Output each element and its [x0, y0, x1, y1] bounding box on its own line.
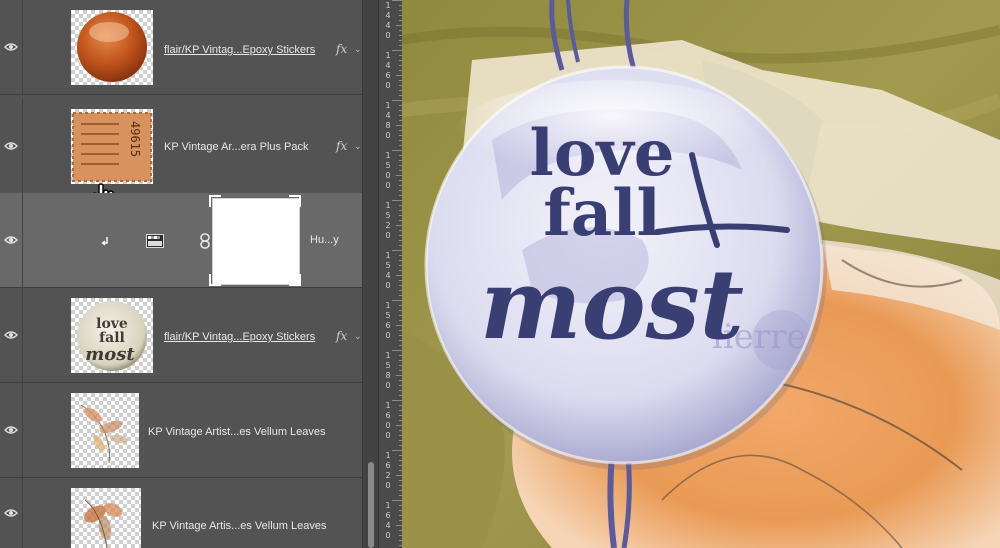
- visibility-eye-icon[interactable]: [0, 383, 23, 477]
- layer-thumbnail[interactable]: [71, 393, 139, 468]
- visibility-eye-icon[interactable]: [0, 288, 23, 382]
- layer-row-vellum-leaves-1[interactable]: KP Vintage Artist...es Vellum Leaves: [0, 383, 362, 478]
- ruler-tick: [392, 300, 402, 301]
- ruler-label-1580: 1580: [385, 351, 391, 390]
- ticket-number: 49615: [128, 121, 142, 157]
- layer-name[interactable]: flair/KP Vintag...Epoxy Stickers: [164, 44, 315, 56]
- vellum-leaves-thumb: [80, 404, 128, 464]
- vellum-leaves-thumb-2: [84, 499, 123, 548]
- chevron-down-icon[interactable]: ⌄: [354, 44, 362, 55]
- layer-thumbnail[interactable]: 49615: [71, 109, 153, 184]
- layer-thumbnail[interactable]: [71, 10, 153, 85]
- layer-row-vellum-leaves-2[interactable]: KP Vintage Artis...es Vellum Leaves: [0, 478, 362, 548]
- orange-epoxy-thumb: [77, 12, 147, 82]
- layer-name[interactable]: KP Vintage Artis...es Vellum Leaves: [152, 520, 326, 532]
- ruler-tick: [392, 450, 402, 451]
- ruler-tick: [392, 350, 402, 351]
- layer-name[interactable]: Hu...y: [310, 234, 339, 246]
- canvas-artwork: lierre love fall most: [402, 0, 1000, 548]
- ruler-label-1440: 1440: [385, 1, 391, 40]
- ruler-label-1600: 1600: [385, 401, 391, 440]
- layer-row-epoxy-orange[interactable]: flair/KP Vintag...Epoxy Stickers fx ⌄: [0, 0, 362, 95]
- ruler-tick: [392, 150, 402, 151]
- sticker-text-fall: fall: [543, 176, 661, 251]
- vertical-ruler: 1440 1460 1480 1500 1520 1540 1560 1580 …: [378, 0, 404, 548]
- layers-panel: flair/KP Vintag...Epoxy Stickers fx ⌄ 49…: [0, 0, 378, 548]
- layer-row-adjustment-selected[interactable]: Hu...y: [0, 193, 362, 288]
- layer-thumbnail[interactable]: [71, 488, 141, 548]
- layer-row-epoxy-sticker[interactable]: love fall most flair/KP Vintag...Epoxy S…: [0, 288, 362, 383]
- ruler-label-1560: 1560: [385, 301, 391, 340]
- ruler-label-1460: 1460: [385, 51, 391, 90]
- layer-name[interactable]: KP Vintage Ar...era Plus Pack: [164, 141, 309, 153]
- chevron-down-icon[interactable]: ⌄: [354, 331, 362, 342]
- adjustment-layer-icon: [146, 234, 164, 248]
- ruler-tick: [392, 250, 402, 251]
- visibility-eye-icon[interactable]: [0, 478, 23, 548]
- ruler-tick: [392, 50, 402, 51]
- ruler-tick: [392, 0, 402, 1]
- ruler-label-1620: 1620: [385, 451, 391, 490]
- layer-name[interactable]: flair/KP Vintag...Epoxy Stickers: [164, 331, 315, 343]
- ruler-label-1480: 1480: [385, 101, 391, 140]
- ruler-tick: [392, 100, 402, 101]
- ruler-label-1520: 1520: [385, 201, 391, 240]
- ruler-label-1640: 1640: [385, 501, 391, 540]
- fx-icon[interactable]: fx: [336, 42, 347, 56]
- ruler-tick: [392, 200, 402, 201]
- ruler-tick: [392, 400, 402, 401]
- thumb-text-most: most: [85, 344, 135, 365]
- clipping-arrow-icon: [101, 237, 108, 246]
- ruler-label-1500: 1500: [385, 151, 391, 190]
- document-canvas[interactable]: lierre love fall most: [402, 0, 1000, 548]
- ruler-label-1540: 1540: [385, 251, 391, 290]
- scrollbar-thumb[interactable]: [368, 462, 374, 548]
- ruler-tick: [392, 500, 402, 501]
- sticker-text-most: most: [480, 248, 744, 361]
- mask-selection-corners: [209, 195, 301, 286]
- visibility-eye-icon[interactable]: [0, 99, 23, 193]
- layer-thumbnail[interactable]: love fall most: [71, 298, 153, 373]
- visibility-eye-icon[interactable]: [0, 0, 23, 94]
- layer-row-ticket[interactable]: 49615 KP Vintage Ar...era Plus Pack fx ⌄: [0, 99, 362, 208]
- ticket-thumb: 49615: [72, 112, 152, 182]
- visibility-eye-icon[interactable]: [0, 193, 23, 287]
- layers-scrollbar[interactable]: [362, 0, 378, 548]
- layer-name[interactable]: KP Vintage Artist...es Vellum Leaves: [148, 426, 326, 438]
- fx-icon[interactable]: fx: [336, 329, 347, 343]
- sticker-thumb: love fall most: [77, 301, 147, 371]
- fx-icon[interactable]: fx: [336, 139, 347, 153]
- chevron-down-icon[interactable]: ⌄: [354, 141, 362, 152]
